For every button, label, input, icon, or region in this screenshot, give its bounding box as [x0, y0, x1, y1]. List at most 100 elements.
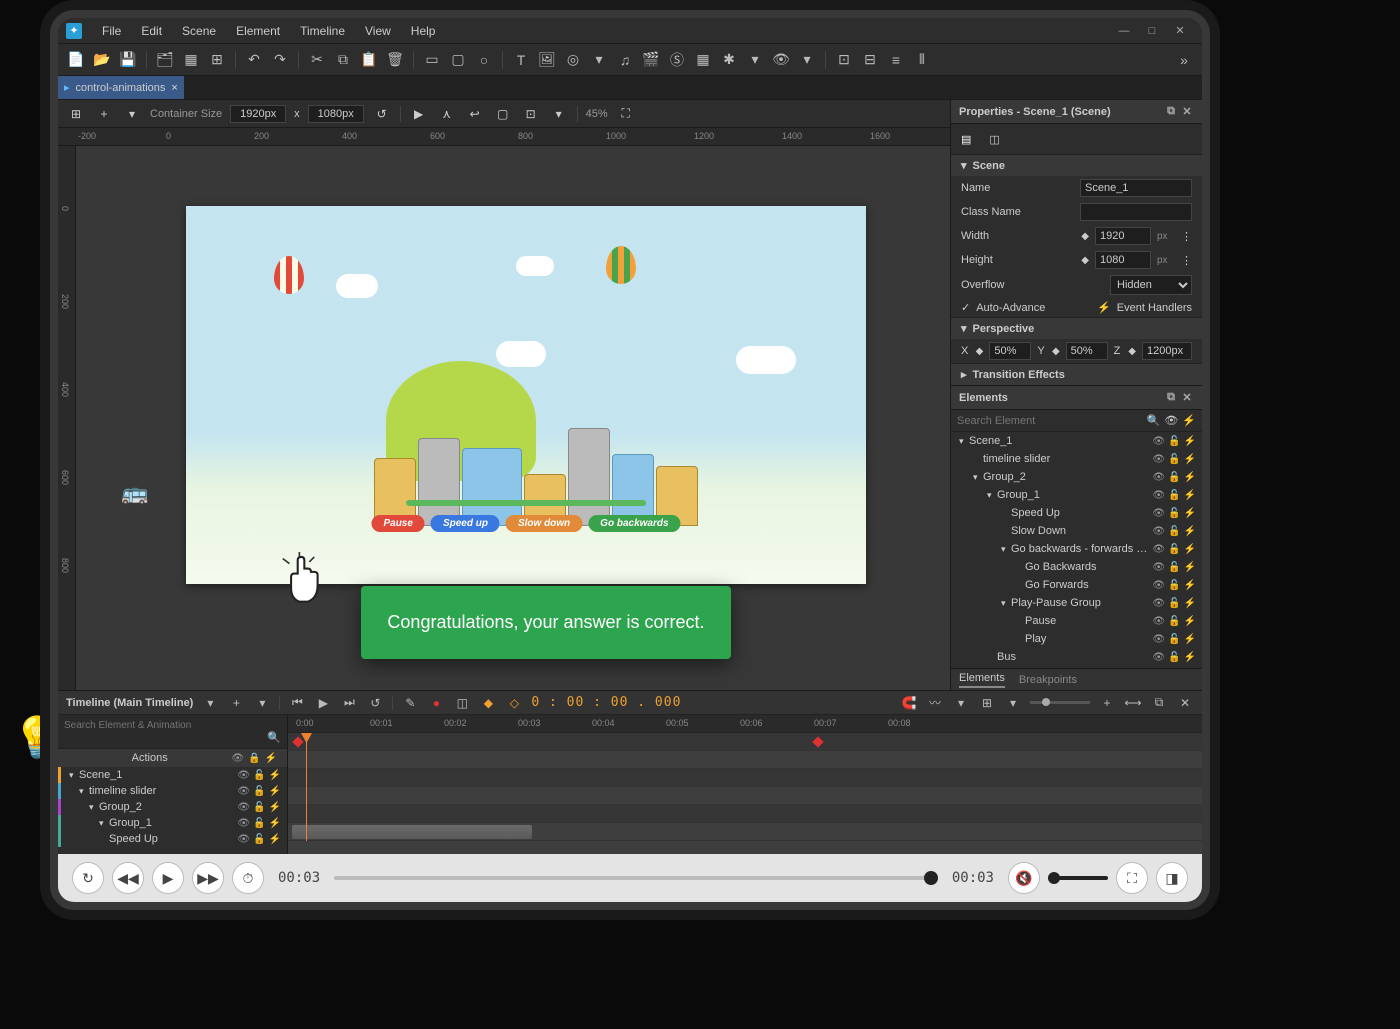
image-icon[interactable]: 🖼 — [535, 48, 559, 72]
tree-item[interactable]: timeline slider👁🔓⚡ — [951, 450, 1202, 468]
ease-icon[interactable]: 〰 — [926, 694, 944, 712]
eye-icon[interactable]: 👁 — [237, 802, 250, 813]
width-input[interactable] — [1095, 227, 1151, 245]
gobackwards-button[interactable]: Go backwards — [588, 515, 680, 532]
window-icon[interactable]: ⊞ — [205, 48, 229, 72]
perspective-section[interactable]: ▾Perspective — [951, 318, 1202, 339]
tree-item[interactable]: ▾Group_1👁🔓⚡ — [951, 486, 1202, 504]
cut-icon[interactable]: ✂ — [305, 48, 329, 72]
eye-icon[interactable]: 👁 — [237, 786, 250, 797]
lock-icon[interactable]: 🔓 — [253, 770, 265, 781]
timeline-row[interactable]: Speed Up👁🔓⚡ — [58, 831, 287, 847]
options-icon[interactable]: ⋮ — [1181, 254, 1192, 267]
search-input[interactable] — [957, 415, 1143, 427]
lock-icon[interactable]: 🔓 — [1168, 436, 1180, 447]
bolt-icon[interactable]: ⚡ — [1184, 472, 1196, 483]
bolt-icon[interactable]: ⚡ — [269, 818, 281, 829]
progress-slider[interactable] — [406, 500, 646, 506]
return-icon[interactable]: ↩ — [465, 104, 485, 124]
bolt-icon[interactable]: ⚡ — [269, 834, 281, 845]
rect-icon[interactable]: ▢ — [446, 48, 470, 72]
eye-icon[interactable]: 👁 — [1152, 580, 1165, 591]
eye-icon[interactable]: 👁 — [237, 770, 250, 781]
menu-element[interactable]: Element — [226, 24, 290, 38]
replay-icon[interactable]: ↻ — [72, 862, 104, 894]
seek-slider[interactable] — [334, 876, 938, 880]
pause-button[interactable]: Pause — [371, 515, 424, 532]
fit-icon[interactable]: ⟷ — [1124, 694, 1142, 712]
lock-icon[interactable]: 🔓 — [1168, 616, 1180, 627]
bolt-icon[interactable]: ⚡ — [1184, 634, 1196, 645]
lock-icon[interactable]: 🔓 — [1168, 562, 1180, 573]
lock-icon[interactable]: 🔓 — [1168, 598, 1180, 609]
chevron-down-icon[interactable]: ▾ — [1004, 694, 1022, 712]
toc-icon[interactable]: ◨ — [1156, 862, 1188, 894]
height-input[interactable] — [308, 105, 364, 123]
chevron-down-icon[interactable]: ▾ — [743, 48, 767, 72]
tree-item[interactable]: Play👁🔓⚡ — [951, 630, 1202, 648]
options-icon[interactable]: ⋮ — [1181, 230, 1192, 243]
tab-close-icon[interactable]: × — [171, 82, 177, 94]
chevron-down-icon[interactable]: ▾ — [952, 694, 970, 712]
link-icon[interactable]: ↺ — [372, 104, 392, 124]
tab-elements[interactable]: Elements — [959, 672, 1005, 688]
key-add-icon[interactable]: ◇ — [505, 694, 523, 712]
eye-icon[interactable]: 👁 — [231, 753, 244, 764]
name-input[interactable] — [1080, 179, 1192, 197]
rewind-icon[interactable]: ◀◀ — [112, 862, 144, 894]
eye-icon[interactable]: 👁 — [1152, 634, 1165, 645]
grid-icon[interactable]: ⊞ — [978, 694, 996, 712]
maximize-icon[interactable]: □ — [1138, 25, 1166, 37]
goto-end-icon[interactable]: ⏭ — [340, 694, 358, 712]
lock-icon[interactable]: 🔓 — [1168, 508, 1180, 519]
bolt-icon[interactable]: ⚡ — [1184, 526, 1196, 537]
chevron-down-icon[interactable]: ▾ — [795, 48, 819, 72]
bolt-icon[interactable]: ⚡ — [1184, 436, 1196, 447]
close-icon[interactable]: ✕ — [1166, 24, 1194, 37]
html-icon[interactable]: ▦ — [691, 48, 715, 72]
eye-icon[interactable]: 👁 — [1152, 436, 1165, 447]
svg-icon[interactable]: ◎ — [561, 48, 585, 72]
eye-icon[interactable]: 👁 — [1152, 562, 1165, 573]
record-icon[interactable]: ● — [427, 694, 445, 712]
search-input[interactable] — [64, 720, 281, 731]
symbol-icon[interactable]: Ⓢ — [665, 48, 689, 72]
width-input[interactable] — [230, 105, 286, 123]
lock-icon[interactable]: 🔓 — [1168, 634, 1180, 645]
lock-icon[interactable]: 🔓 — [1168, 454, 1180, 465]
person-icon[interactable]: ⋏ — [437, 104, 457, 124]
bolt-icon[interactable]: ⚡ — [1184, 490, 1196, 501]
eye-icon[interactable]: 👁 — [1152, 472, 1165, 483]
eye-icon[interactable]: 👁 — [1152, 598, 1165, 609]
key-prev-icon[interactable]: ◆ — [479, 694, 497, 712]
distribute-icon[interactable]: ⫴ — [910, 48, 934, 72]
copy-icon[interactable]: ⧉ — [331, 48, 355, 72]
save-icon[interactable]: 💾 — [116, 48, 140, 72]
eye-icon[interactable]: 👁 — [237, 834, 250, 845]
bolt-icon[interactable]: ⚡ — [1184, 598, 1196, 609]
edit-icon[interactable]: ✎ — [401, 694, 419, 712]
volume-slider[interactable] — [1048, 876, 1108, 880]
bolt-icon[interactable]: ⚡ — [1182, 414, 1196, 427]
widget-icon[interactable]: ✱ — [717, 48, 741, 72]
magnet-icon[interactable]: 🧲 — [900, 694, 918, 712]
undo-icon[interactable]: ↶ — [242, 48, 266, 72]
playhead[interactable] — [306, 733, 307, 841]
eye-icon[interactable]: 👁 — [1152, 490, 1165, 501]
bolt-icon[interactable]: ⚡ — [1184, 508, 1196, 519]
lock-icon[interactable]: 🔓 — [253, 802, 265, 813]
tab-breakpoints[interactable]: Breakpoints — [1019, 674, 1077, 686]
tree-item[interactable]: Pause👁🔓⚡ — [951, 612, 1202, 630]
slowdown-button[interactable]: Slow down — [506, 515, 582, 532]
bolt-icon[interactable]: ⚡ — [1184, 580, 1196, 591]
timeline-row[interactable]: ▾Group_1👁🔓⚡ — [58, 815, 287, 831]
bolt-icon[interactable]: ⚡ — [269, 786, 281, 797]
tree-item[interactable]: ▾Play-Pause Group👁🔓⚡ — [951, 594, 1202, 612]
open-icon[interactable]: 📂 — [90, 48, 114, 72]
menu-view[interactable]: View — [355, 24, 401, 38]
chevron-down-icon[interactable]: ▾ — [587, 48, 611, 72]
popout-icon[interactable]: ⧉ — [1150, 694, 1168, 712]
tree-item[interactable]: Go Backwards👁🔓⚡ — [951, 558, 1202, 576]
play-icon[interactable]: ▶ — [152, 862, 184, 894]
tree-item[interactable]: ▾Go backwards - forwards Group👁🔓⚡ — [951, 540, 1202, 558]
